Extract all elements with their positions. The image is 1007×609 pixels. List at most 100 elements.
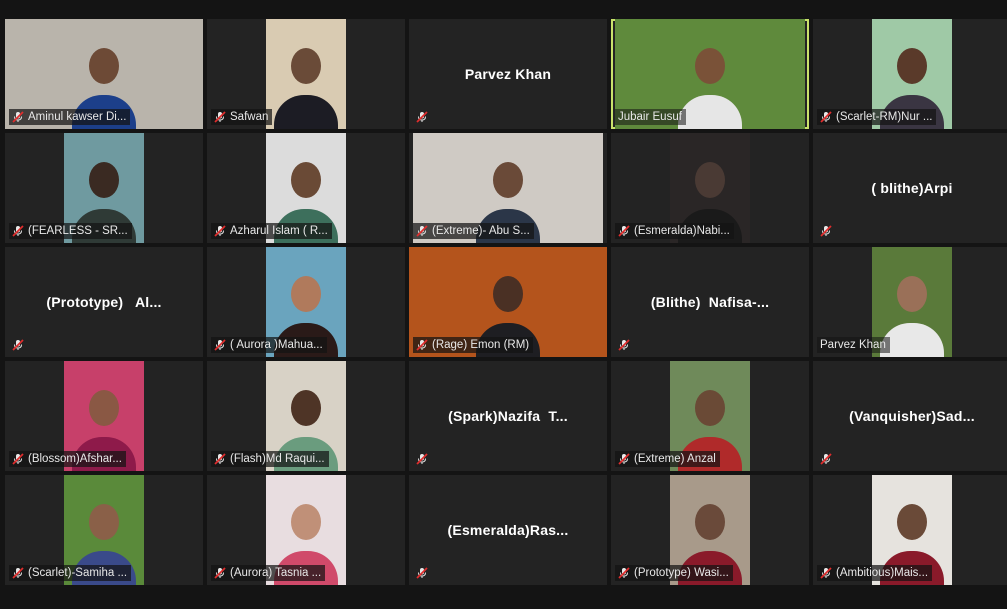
mic-muted-icon [618,453,634,465]
participant-name-label: (Rage) Emon (RM) [413,337,534,353]
participant-head [89,503,119,540]
participant-tile[interactable]: (Prototype) Al... [5,247,203,357]
participant-tile[interactable]: Jubair Eusuf [611,19,809,129]
participant-name: (Flash)Md Raqui... [230,453,325,465]
participant-tile[interactable]: (Aurora) Tasnia ... [207,475,405,585]
participant-head [897,47,927,84]
participant-name: (Ambitious)Mais... [836,567,929,579]
participant-status [413,451,436,467]
participant-status [817,223,840,239]
mic-muted-icon [214,111,230,123]
participant-display-name: Parvez Khan [464,66,552,82]
participant-tile[interactable]: ( blithe)Arpi [813,133,1007,243]
mic-muted-icon [12,111,28,123]
participant-head [897,503,927,540]
participant-status [9,337,32,353]
participant-tile[interactable]: (Scarlet-RM)Nur ... [813,19,1007,129]
participant-tile[interactable]: (Rage) Emon (RM) [409,247,607,357]
participant-status [413,565,436,581]
participant-tile[interactable]: (Blossom)Afshar... [5,361,203,471]
participant-tile[interactable]: Parvez Khan [409,19,607,129]
mic-muted-icon [618,225,634,237]
mic-muted-icon [416,567,432,579]
participant-name-label: ( Aurora )Mahua... [211,337,327,353]
participant-name-label: Aminul kawser Di... [9,109,131,125]
participant-head [493,161,523,198]
participant-name-label: (Aurora) Tasnia ... [211,565,326,581]
participant-display-name: (Blithe) Nafisa-... [650,294,770,310]
participant-name: (Extreme)- Abu S... [432,225,530,237]
participant-display-name: (Prototype) Al... [46,294,162,310]
participant-status [817,451,840,467]
participant-name-label: Safwan [211,109,273,125]
participant-display-name: (Esmeralda)Ras... [447,522,569,538]
mic-muted-icon [12,225,28,237]
participant-name-label: (Extreme)- Abu S... [413,223,534,239]
participant-head [89,47,119,84]
participant-name: (Scarlet-RM)Nur ... [836,111,933,123]
participant-name: Parvez Khan [820,339,886,351]
participant-body [274,95,338,129]
participant-name: (Aurora) Tasnia ... [230,567,322,579]
participant-tile[interactable]: (Esmeralda)Ras... [409,475,607,585]
participant-name-label: (FEARLESS - SR... [9,223,132,239]
participant-name-label: (Ambitious)Mais... [817,565,933,581]
participant-head [291,389,321,426]
participant-head [695,161,725,198]
participant-tile[interactable]: (Extreme) Anzal [611,361,809,471]
participant-head [897,275,927,312]
mic-muted-icon [214,339,230,351]
participant-head [291,161,321,198]
participant-status [413,109,436,125]
participant-tile[interactable]: Parvez Khan [813,247,1007,357]
participant-head [695,389,725,426]
participant-display-name: (Vanquisher)Sad... [849,408,975,424]
participant-name-label: (Scarlet)-Samiha ... [9,565,132,581]
mic-muted-icon [416,339,432,351]
participant-tile[interactable]: (Spark)Nazifa T... [409,361,607,471]
mic-muted-icon [416,111,432,123]
participant-tile[interactable]: (Vanquisher)Sad... [813,361,1007,471]
participant-tile[interactable]: (Extreme)- Abu S... [409,133,607,243]
participant-tile[interactable]: Aminul kawser Di... [5,19,203,129]
mic-muted-icon [618,567,634,579]
mic-muted-icon [820,111,836,123]
participant-name: (FEARLESS - SR... [28,225,128,237]
participant-name-label: (Prototype) Wasi... [615,565,733,581]
participant-tile[interactable]: (Prototype) Wasi... [611,475,809,585]
participant-name-label: (Flash)Md Raqui... [211,451,329,467]
mic-muted-icon [214,225,230,237]
participant-head [291,275,321,312]
participant-tile[interactable]: (Scarlet)-Samiha ... [5,475,203,585]
participant-name: (Rage) Emon (RM) [432,339,530,351]
participant-tile[interactable]: (Esmeralda)Nabi... [611,133,809,243]
mic-muted-icon [416,453,432,465]
participant-tile[interactable]: Azharul Islam ( R... [207,133,405,243]
participant-name-label: Parvez Khan [817,337,890,353]
participant-name: (Extreme) Anzal [634,453,716,465]
mic-muted-icon [12,339,28,351]
participant-tile[interactable]: (Flash)Md Raqui... [207,361,405,471]
mic-muted-icon [618,339,634,351]
participant-display-name: (Spark)Nazifa T... [448,408,568,424]
participant-name-label: (Blossom)Afshar... [9,451,126,467]
participant-head [89,161,119,198]
participant-name: ( Aurora )Mahua... [230,339,323,351]
participant-head [291,47,321,84]
participant-tile[interactable]: (Ambitious)Mais... [813,475,1007,585]
participant-tile[interactable]: (Blithe) Nafisa-... [611,247,809,357]
participant-name: Azharul Islam ( R... [230,225,328,237]
participant-tile[interactable]: Safwan [207,19,405,129]
participant-name: (Scarlet)-Samiha ... [28,567,128,579]
participant-tile[interactable]: (FEARLESS - SR... [5,133,203,243]
participant-video [266,19,346,129]
participant-name: (Esmeralda)Nabi... [634,225,730,237]
participant-tile[interactable]: ( Aurora )Mahua... [207,247,405,357]
participant-name-label: (Scarlet-RM)Nur ... [817,109,937,125]
participant-name: Aminul kawser Di... [28,111,127,123]
participant-name-label: (Esmeralda)Nabi... [615,223,734,239]
mic-muted-icon [214,567,230,579]
mic-muted-icon [214,453,230,465]
participant-name: (Blossom)Afshar... [28,453,122,465]
mic-muted-icon [820,453,836,465]
